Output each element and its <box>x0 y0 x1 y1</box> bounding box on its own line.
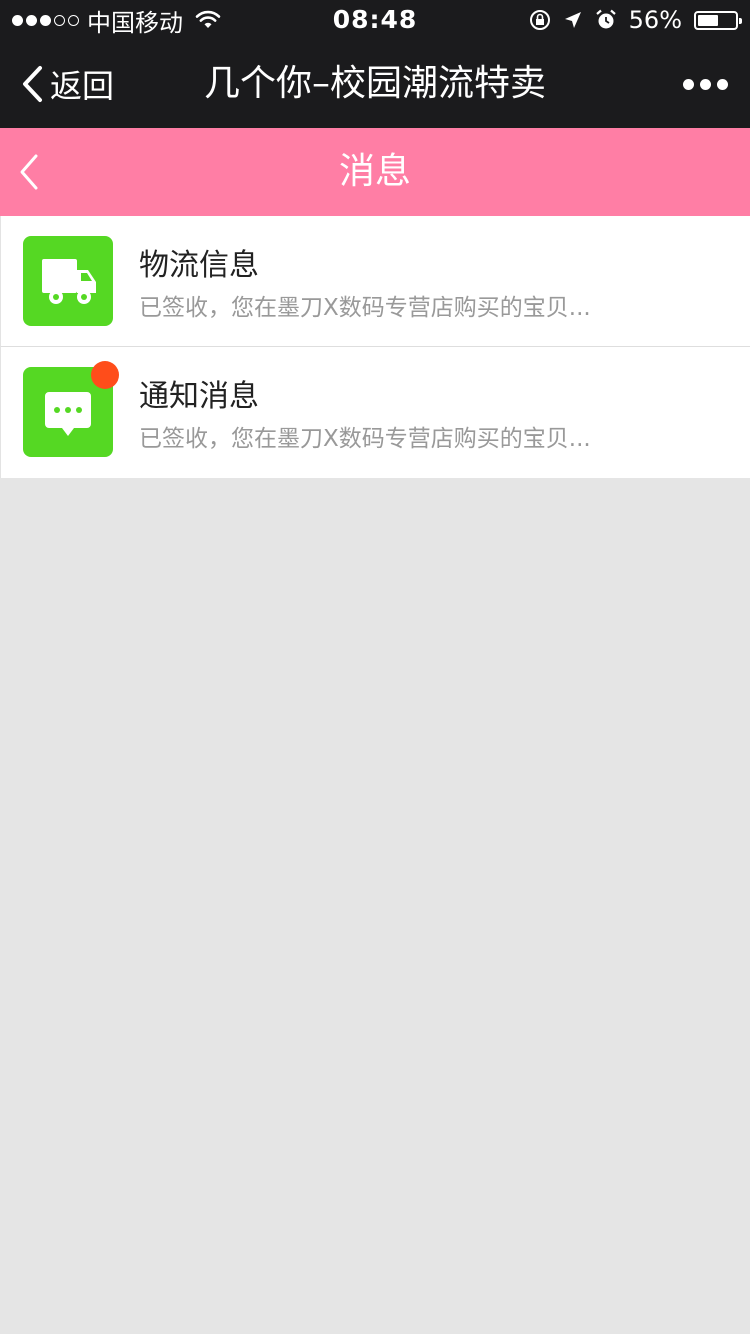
truck-icon <box>42 259 96 304</box>
location-arrow-icon <box>564 12 581 28</box>
back-button[interactable]: 返回 <box>20 40 114 128</box>
rotation-lock-icon <box>529 10 550 30</box>
messages-header: 消息 <box>0 128 750 216</box>
message-preview: 已签收，您在墨刀X数码专营店购买的宝贝... <box>139 295 591 321</box>
status-bar: 中国移动 08:48 56% <box>0 0 750 40</box>
more-dot-icon <box>700 78 711 90</box>
page-title: 几个你–校园潮流特卖 <box>203 63 546 104</box>
message-preview: 已签收，您在墨刀X数码专营店购买的宝贝... <box>139 426 591 452</box>
alarm-icon <box>595 9 616 29</box>
more-dot-icon <box>683 78 694 90</box>
battery-tip <box>739 17 742 24</box>
more-menu-button[interactable] <box>683 40 728 128</box>
navigation-bar: 返回 几个你–校园潮流特卖 <box>0 40 750 128</box>
message-title: 物流信息 <box>139 248 259 283</box>
battery-percentage: 56% <box>628 6 682 34</box>
list-item-notifications[interactable]: 通知消息 已签收，您在墨刀X数码专营店购买的宝贝... <box>0 347 750 478</box>
list-item-logistics[interactable]: 物流信息 已签收，您在墨刀X数码专营店购买的宝贝... <box>0 216 750 347</box>
unread-badge <box>91 361 119 389</box>
message-title: 通知消息 <box>139 379 259 414</box>
battery-icon <box>694 10 742 30</box>
header-title: 消息 <box>338 151 411 192</box>
logistics-icon-tile <box>23 236 113 326</box>
back-button-label: 返回 <box>50 67 115 105</box>
battery-level-fill <box>698 14 718 26</box>
more-dot-icon <box>717 78 728 90</box>
message-list: 物流信息 已签收，您在墨刀X数码专营店购买的宝贝... 通知消息 已签收，您在墨… <box>0 216 750 478</box>
status-bar-right: 56% <box>529 0 742 40</box>
chevron-left-icon <box>23 66 42 102</box>
